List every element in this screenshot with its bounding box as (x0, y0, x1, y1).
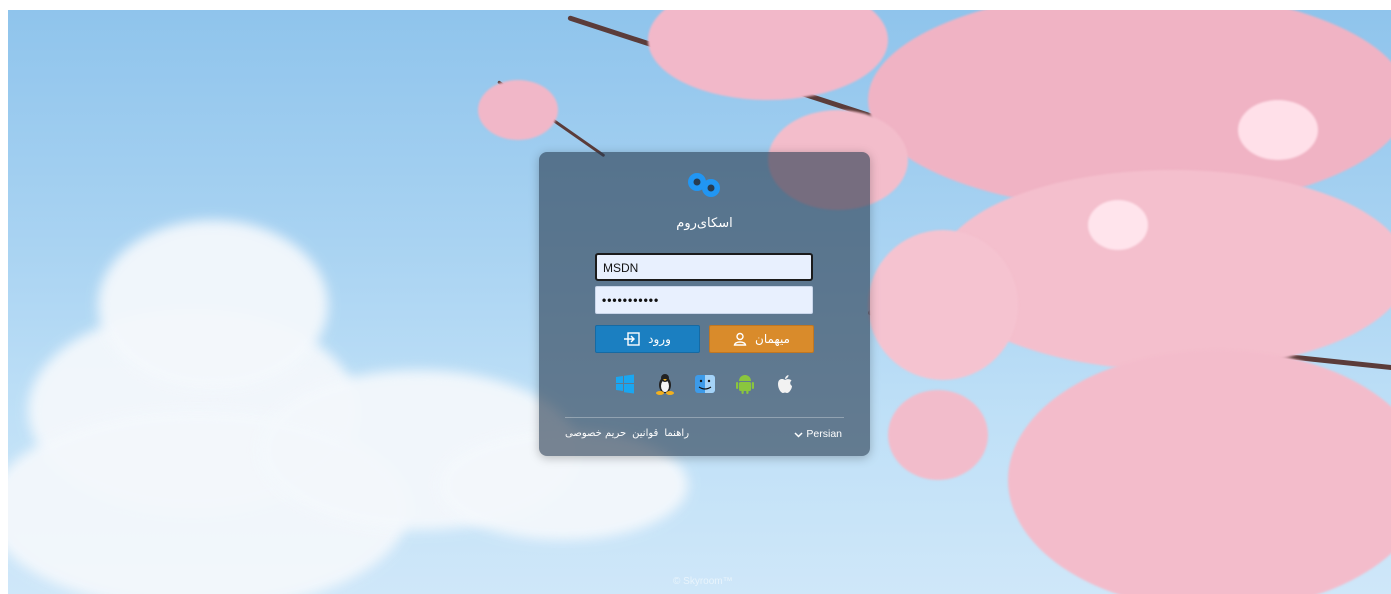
copyright-text: © Skyroom™ (673, 576, 733, 587)
language-label: Persian (806, 428, 842, 440)
language-selector[interactable]: Persian (794, 428, 842, 440)
linux-icon[interactable] (654, 373, 676, 395)
user-icon (733, 332, 747, 346)
privacy-link[interactable]: حریم خصوصی (565, 428, 626, 439)
username-input[interactable]: MSDN (595, 253, 813, 281)
rules-link[interactable]: قوانین (632, 428, 658, 439)
macos-finder-icon[interactable] (694, 373, 716, 395)
guide-link[interactable]: راهنما (664, 428, 689, 439)
guest-button[interactable]: میهمان (709, 325, 814, 353)
skyroom-logo-icon (688, 173, 720, 197)
divider (565, 417, 844, 418)
login-card: اسکای‌روم MSDN ••••••••••• میهمان ورود (539, 152, 870, 456)
login-label: ورود (648, 332, 671, 346)
chevron-down-icon (794, 431, 803, 438)
platform-downloads (539, 373, 870, 395)
sign-in-icon (624, 332, 640, 346)
login-button[interactable]: ورود (595, 325, 700, 353)
android-icon[interactable] (734, 373, 756, 395)
footer-links: راهنما قوانین حریم خصوصی (565, 428, 689, 439)
brand-name: اسکای‌روم (676, 216, 733, 231)
password-input[interactable]: ••••••••••• (595, 286, 813, 314)
apple-icon[interactable] (774, 373, 796, 395)
guest-label: میهمان (755, 332, 790, 346)
windows-icon[interactable] (614, 373, 636, 395)
